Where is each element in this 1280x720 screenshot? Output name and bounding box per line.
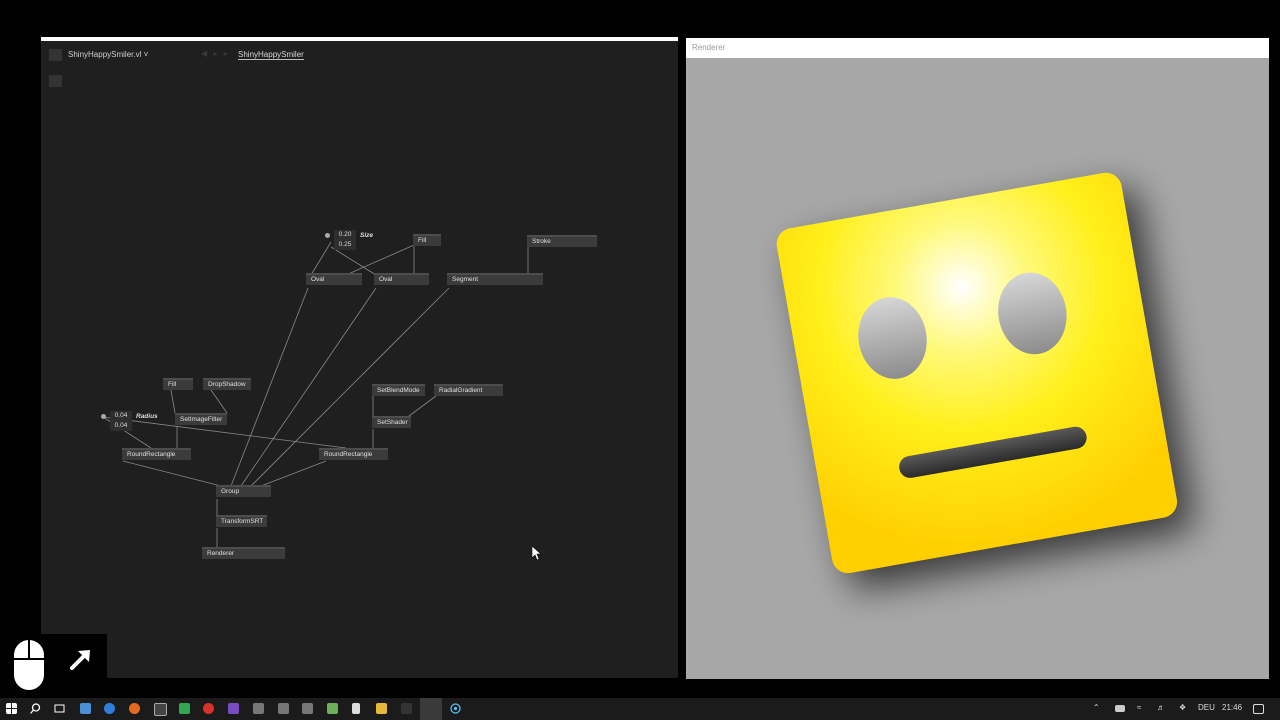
windows-icon[interactable]	[6, 703, 17, 714]
iobox-pin-icon[interactable]	[325, 233, 330, 238]
renderer-window[interactable]: Renderer	[686, 38, 1269, 679]
visual-studio-icon[interactable]	[228, 703, 239, 714]
node-transformsrt[interactable]: TransformSRT	[216, 515, 267, 527]
node-dropshadow[interactable]: DropShadow	[203, 378, 251, 390]
link	[122, 460, 222, 487]
app-icon[interactable]	[401, 703, 412, 714]
node-setimagefilter[interactable]: SetImageFilter	[175, 413, 227, 425]
mouse-icon	[14, 640, 44, 690]
node-fill[interactable]: Fill	[413, 234, 441, 246]
firefox-icon[interactable]	[129, 703, 140, 714]
link	[310, 241, 332, 276]
renderer-icon[interactable]	[450, 703, 461, 714]
node-oval[interactable]: Oval	[306, 273, 362, 285]
iobox-pin-icon[interactable]	[101, 414, 106, 419]
patch-editor-window[interactable]: ShinyHappySmiler.vl ˅ ◀ ▸ ▸ ShinyHappySm…	[41, 37, 678, 678]
edge-icon[interactable]	[104, 703, 115, 714]
link	[408, 395, 437, 417]
node-setshader[interactable]: SetShader	[372, 416, 411, 428]
node-oval[interactable]: Oval	[374, 273, 429, 285]
file-explorer-icon[interactable]	[80, 703, 91, 714]
node-roundrectangle[interactable]: RoundRectangle	[319, 448, 388, 460]
node-fill[interactable]: Fill	[163, 378, 193, 390]
iobox-size[interactable]: 0.20 0.25	[334, 230, 356, 250]
smiley-render	[776, 172, 1194, 589]
battery-icon[interactable]	[1115, 705, 1125, 712]
arrow-icon	[70, 650, 90, 670]
iobox-radius[interactable]: 0.04 0.04	[110, 411, 132, 431]
link	[210, 389, 228, 414]
mouse-cursor-icon	[532, 546, 542, 561]
task-view-icon[interactable]	[54, 703, 65, 714]
input-visualizer	[0, 634, 107, 698]
clock[interactable]: 21:46	[1222, 703, 1242, 712]
search-icon[interactable]	[30, 703, 41, 714]
app-icon[interactable]	[253, 703, 264, 714]
node-setblendmode[interactable]: SetBlendMode	[372, 384, 425, 396]
notification-icon[interactable]	[1253, 704, 1264, 714]
node-roundrectangle[interactable]: RoundRectangle	[122, 448, 191, 460]
app-icon[interactable]	[302, 703, 313, 714]
node-group[interactable]: Group	[216, 485, 271, 497]
iobox-radius-label: Radius	[136, 413, 158, 420]
volume-icon[interactable]: ♬	[1157, 703, 1165, 712]
smiley-face	[776, 172, 1178, 574]
patch-links	[102, 241, 529, 547]
iobox-size-label: Size	[360, 232, 374, 239]
node-segment[interactable]: Segment	[447, 273, 543, 285]
vvvv-icon[interactable]	[420, 698, 442, 720]
terminal-icon[interactable]	[154, 703, 167, 716]
node-stroke[interactable]: Stroke	[527, 235, 597, 247]
link	[260, 460, 327, 487]
folder-icon[interactable]	[376, 703, 387, 714]
wifi-icon[interactable]: ≈	[1137, 703, 1141, 712]
calculator-icon[interactable]	[352, 703, 360, 714]
app-icon[interactable]	[278, 703, 289, 714]
node-radialgradient[interactable]: RadialGradient	[434, 384, 503, 396]
link	[345, 244, 415, 276]
tray-chevron-icon[interactable]: ⌃	[1093, 703, 1100, 712]
excel-icon[interactable]	[179, 703, 190, 714]
link	[170, 389, 176, 414]
pdf-icon[interactable]	[203, 703, 214, 714]
node-renderer[interactable]: Renderer	[202, 547, 285, 559]
notepad-icon[interactable]	[327, 703, 338, 714]
taskbar: ⌃ ≈ ♬ ❖ DEU 21:46	[0, 698, 1280, 720]
dropbox-icon[interactable]: ❖	[1179, 703, 1186, 712]
language-indicator[interactable]: DEU	[1198, 703, 1215, 712]
link	[330, 246, 377, 276]
